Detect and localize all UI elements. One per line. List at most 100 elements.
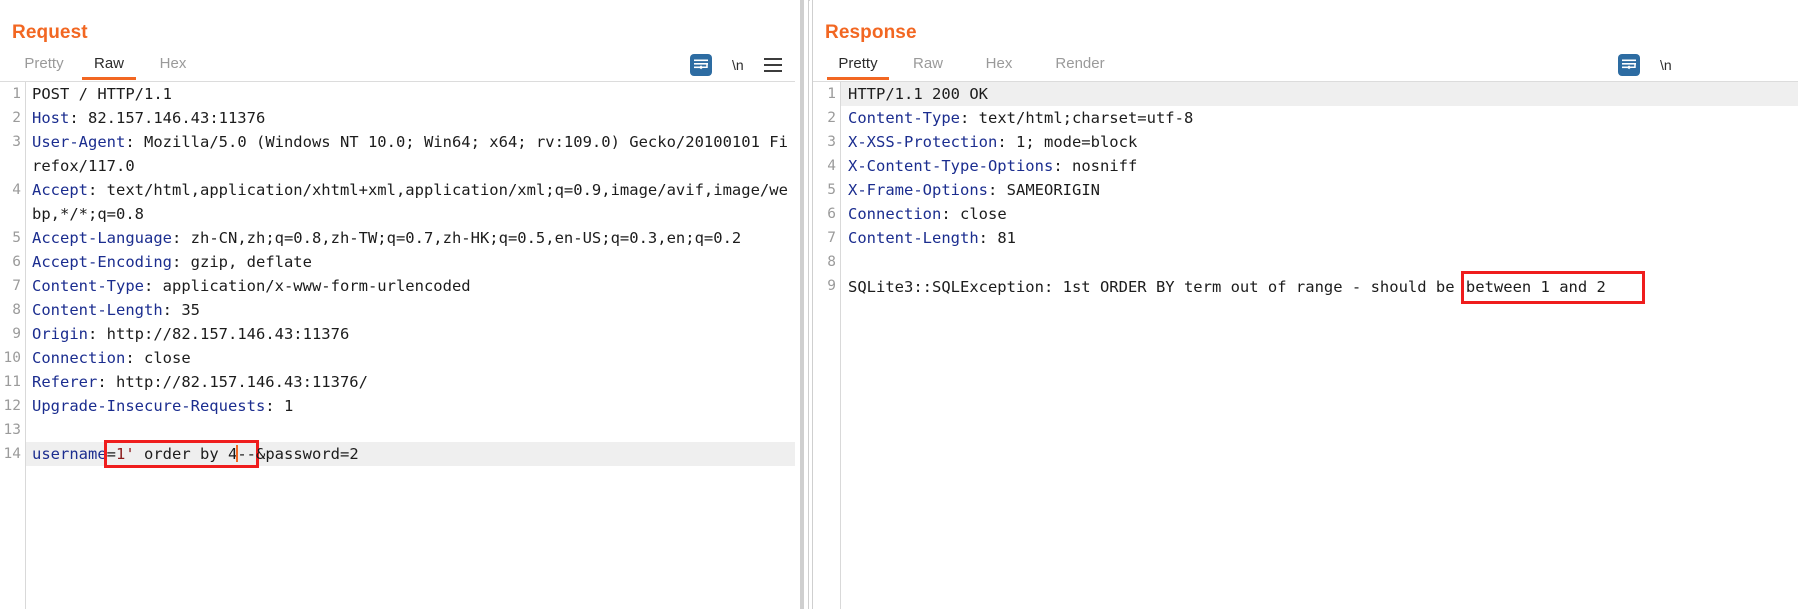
header-colon: : xyxy=(143,277,154,295)
header-colon: : xyxy=(265,397,275,415)
tab-request-hex[interactable]: Hex xyxy=(140,52,206,80)
word-wrap-icon[interactable] xyxy=(690,54,712,76)
header-name: X-XSS-Protection xyxy=(848,133,998,151)
code-line-blank: 13 xyxy=(0,418,795,442)
header-colon: : xyxy=(88,181,98,199)
code-line: 5 X-Frame-Options: SAMEORIGIN xyxy=(813,178,1798,202)
header-value: 81 xyxy=(988,229,1016,247)
request-title: Request xyxy=(12,22,88,43)
header-name: Upgrade-Insecure-Requests xyxy=(32,397,266,415)
header-value: SAMEORIGIN xyxy=(997,181,1100,199)
code-line: 9 Origin: http://82.157.146.43:11376 xyxy=(0,322,795,346)
code-line-blank: 8 xyxy=(813,250,1798,274)
line-text: X-XSS-Protection: 1; mode=block xyxy=(841,130,1798,154)
header-value: http://82.157.146.43:11376/ xyxy=(106,373,368,391)
header-value: text/html;charset=utf-8 xyxy=(969,109,1194,127)
header-name: Referer xyxy=(32,373,98,391)
line-number: 6 xyxy=(12,254,21,270)
line-number: 2 xyxy=(827,110,836,126)
header-value: application/x-www-form-urlencoded xyxy=(153,277,471,295)
request-lines: 1 POST / HTTP/1.1 2 Host: 82.157.146.43:… xyxy=(0,82,795,609)
line-number: 11 xyxy=(3,374,21,390)
line-number: 4 xyxy=(827,158,836,174)
sql-comment: -- xyxy=(237,445,256,463)
response-pane: Response Pretty Raw Hex Render \n 1 HTTP… xyxy=(813,0,1798,609)
line-text: Host: 82.157.146.43:11376 xyxy=(26,106,795,130)
header-colon: : xyxy=(959,109,970,127)
tab-label: Raw xyxy=(93,55,124,72)
line-number: 1 xyxy=(827,86,836,102)
line-number: 14 xyxy=(3,446,21,462)
line-number: 7 xyxy=(12,278,21,294)
line-text xyxy=(841,250,1798,274)
code-line: 2 Host: 82.157.146.43:11376 xyxy=(0,106,795,130)
line-text: Connection: close xyxy=(841,202,1798,226)
line-number: 7 xyxy=(827,230,836,246)
line-number: 2 xyxy=(12,110,21,126)
header-colon: : xyxy=(88,325,98,343)
tab-response-pretty[interactable]: Pretty xyxy=(823,52,893,80)
header-name: Origin xyxy=(32,325,88,343)
tab-response-hex[interactable]: Hex xyxy=(963,52,1035,80)
line-number: 13 xyxy=(3,422,21,438)
code-line: 7 Content-Length: 81 xyxy=(813,226,1798,250)
tab-label: Raw xyxy=(912,55,943,72)
header-colon: : xyxy=(171,229,182,247)
injection-clause: order by 4 xyxy=(134,445,238,463)
response-code-area[interactable]: 1 HTTP/1.1 200 OK 2 Content-Type: text/h… xyxy=(813,82,1798,609)
code-line: 4 Accept: text/html,application/xhtml+xm… xyxy=(0,178,795,226)
code-line: 12 Upgrade-Insecure-Requests: 1 xyxy=(0,394,795,418)
hamburger-menu-icon[interactable] xyxy=(763,58,782,72)
header-colon: : xyxy=(978,229,988,247)
header-value: close xyxy=(950,205,1007,223)
tab-request-pretty[interactable]: Pretty xyxy=(10,52,78,80)
line-number: 6 xyxy=(827,206,836,222)
code-line: 11 Referer: http://82.157.146.43:11376/ xyxy=(0,370,795,394)
code-line: 3 X-XSS-Protection: 1; mode=block xyxy=(813,130,1798,154)
request-body-text[interactable]: username=1' order by 4--&password=2 xyxy=(26,440,795,468)
tab-request-raw[interactable]: Raw xyxy=(78,52,140,80)
request-code-area[interactable]: 1 POST / HTTP/1.1 2 Host: 82.157.146.43:… xyxy=(0,82,795,609)
header-colon: : xyxy=(125,133,135,151)
request-tools: \n xyxy=(690,52,782,78)
line-text: POST / HTTP/1.1 xyxy=(32,85,172,103)
line-text: Connection: close xyxy=(26,346,795,370)
response-body-text: SQLite3::SQLException: 1st ORDER BY term… xyxy=(841,271,1798,304)
newline-toggle[interactable]: \n xyxy=(732,57,744,73)
header-name: Accept-Encoding xyxy=(32,253,172,271)
header-name: Accept-Language xyxy=(32,229,172,247)
newline-toggle[interactable]: \n xyxy=(1660,57,1672,73)
header-colon: : xyxy=(171,253,182,271)
tab-response-render[interactable]: Render xyxy=(1035,52,1125,80)
line-number: 5 xyxy=(12,230,21,246)
header-value: zh-CN,zh;q=0.8,zh-TW;q=0.7,zh-HK;q=0.5,e… xyxy=(181,229,742,247)
header-colon: : xyxy=(97,373,107,391)
tab-label: Pretty xyxy=(838,55,878,72)
header-name: Host xyxy=(32,109,70,127)
body-tail: &password=2 xyxy=(256,445,359,463)
code-line: 6 Accept-Encoding: gzip, deflate xyxy=(0,250,795,274)
pane-divider-middle[interactable] xyxy=(804,0,809,609)
header-value: gzip, deflate xyxy=(181,253,312,271)
line-number: 9 xyxy=(12,326,21,342)
sql-error-message: SQLite3::SQLException: 1st ORDER BY term… xyxy=(848,278,1464,296)
code-line-body: 14 username=1' order by 4--&password=2 xyxy=(0,440,795,468)
injection-value: 1' xyxy=(116,445,135,463)
response-lines: 1 HTTP/1.1 200 OK 2 Content-Type: text/h… xyxy=(813,82,1798,609)
tab-label: Hex xyxy=(985,55,1013,72)
tab-label: Pretty xyxy=(24,55,64,72)
line-text: Referer: http://82.157.146.43:11376/ xyxy=(26,370,795,394)
tab-response-raw[interactable]: Raw xyxy=(893,52,963,80)
code-line: 3 User-Agent: Mozilla/5.0 (Windows NT 10… xyxy=(0,130,795,178)
header-value: nosniff xyxy=(1062,157,1138,175)
line-number: 10 xyxy=(3,350,21,366)
line-number: 9 xyxy=(827,278,836,294)
word-wrap-icon[interactable] xyxy=(1618,54,1640,76)
header-value: 1 xyxy=(274,397,294,415)
header-colon: : xyxy=(69,109,79,127)
word-wrap-glyph xyxy=(1622,59,1636,70)
response-title: Response xyxy=(825,22,917,43)
line-text: Content-Type: application/x-www-form-url… xyxy=(26,274,795,298)
code-line: 1 POST / HTTP/1.1 xyxy=(0,82,795,106)
equals-sign: = xyxy=(106,445,116,463)
